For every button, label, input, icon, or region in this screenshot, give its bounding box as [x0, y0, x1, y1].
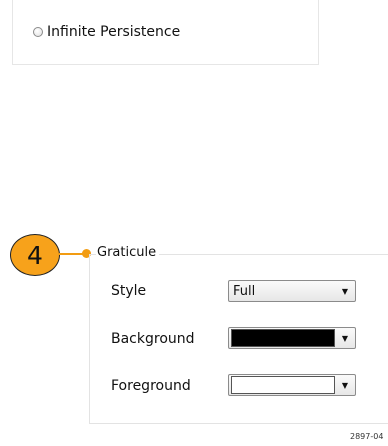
foreground-color-select[interactable]: ▼ [228, 374, 356, 396]
style-label: Style [111, 283, 147, 299]
persistence-panel: Infinite Persistence [12, 0, 319, 65]
callout-marker: 4 [10, 234, 60, 276]
graticule-title: Graticule [96, 245, 160, 260]
background-color-select[interactable]: ▼ [228, 327, 356, 349]
style-select[interactable]: Full ▼ [228, 280, 356, 302]
dropdown-arrow-icon: ▼ [341, 333, 349, 343]
background-swatch [231, 329, 335, 347]
foreground-label: Foreground [111, 378, 191, 394]
dropdown-arrow-icon: ▼ [341, 380, 349, 390]
style-value: Full [233, 283, 256, 299]
figure-id: 2897-04 [350, 432, 384, 441]
dropdown-arrow-icon: ▼ [341, 286, 349, 296]
foreground-swatch [231, 376, 335, 394]
background-label: Background [111, 331, 195, 347]
infinite-persistence-radio[interactable] [33, 27, 43, 37]
infinite-persistence-label: Infinite Persistence [47, 24, 181, 40]
infinite-persistence-option[interactable]: Infinite Persistence [33, 24, 180, 40]
callout-number: 4 [27, 240, 43, 270]
